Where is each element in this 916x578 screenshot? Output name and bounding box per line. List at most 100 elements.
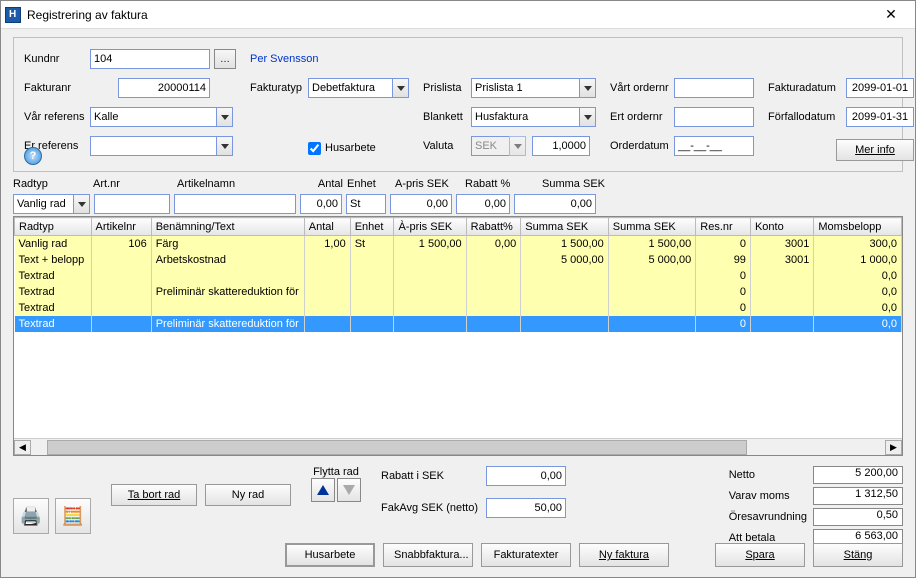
print-button[interactable]: 🖨️: [13, 498, 49, 534]
prislista-label: Prislista: [423, 82, 471, 94]
grid-header-cell[interactable]: Radtyp: [15, 218, 92, 236]
var-referens-field[interactable]: [90, 107, 216, 127]
entry-artnr-field[interactable]: [94, 194, 170, 214]
fakturadatum-field[interactable]: [846, 78, 914, 98]
grid-header-cell[interactable]: Antal: [304, 218, 350, 236]
table-row[interactable]: Textrad00,0: [15, 300, 902, 316]
vart-ordernr-field[interactable]: [674, 78, 754, 98]
table-row[interactable]: TextradPreliminär skattereduktion för00,…: [15, 316, 902, 332]
kundnr-label: Kundnr: [24, 53, 90, 65]
table-cell: [608, 316, 695, 332]
entry-radtyp-label: Radtyp: [13, 178, 89, 190]
customer-name-link[interactable]: Per Svensson: [250, 53, 318, 65]
blankett-dropdown[interactable]: [579, 107, 596, 127]
fakturatexter-button[interactable]: Fakturatexter: [481, 543, 571, 567]
rabatt-field[interactable]: [486, 466, 566, 486]
table-cell: 106: [91, 236, 151, 252]
grid-header-cell[interactable]: Rabatt%: [466, 218, 521, 236]
table-cell: 0,00: [466, 236, 521, 252]
prislista-dropdown[interactable]: [579, 78, 596, 98]
calculator-button[interactable]: 🧮: [55, 498, 91, 534]
move-row-up-button[interactable]: [311, 478, 335, 502]
table-cell: [304, 268, 350, 284]
table-cell: 3001: [750, 236, 813, 252]
table-cell: [151, 300, 304, 316]
titlebar: Registrering av faktura ✕: [1, 1, 915, 29]
kundnr-field[interactable]: [90, 49, 210, 69]
grid-header-cell[interactable]: Summa SEK: [608, 218, 695, 236]
table-cell: 300,0: [814, 236, 902, 252]
fakavg-field[interactable]: [486, 498, 566, 518]
entry-artikelnamn-field[interactable]: [174, 194, 296, 214]
entry-antal-field[interactable]: [300, 194, 342, 214]
stang-button[interactable]: Stäng: [813, 543, 903, 567]
scroll-thumb[interactable]: [47, 440, 747, 455]
snabbfaktura-button[interactable]: Snabbfaktura...: [383, 543, 473, 567]
ta-bort-rad-button[interactable]: Ta bort rad: [111, 484, 197, 506]
grid-header-cell[interactable]: Enhet: [350, 218, 394, 236]
table-row[interactable]: Textrad00,0: [15, 268, 902, 284]
table-row[interactable]: TextradPreliminär skattereduktion för00,…: [15, 284, 902, 300]
table-cell: 0: [696, 268, 751, 284]
ny-faktura-button[interactable]: Ny faktura: [579, 543, 669, 567]
grid-header-cell[interactable]: Konto: [750, 218, 813, 236]
horizontal-scrollbar[interactable]: ◀ ▶: [14, 438, 902, 455]
flytta-rad-label: Flytta rad: [311, 466, 361, 478]
entry-artikelnamn-label: Artikelnamn: [177, 178, 297, 190]
table-cell: 1,00: [304, 236, 350, 252]
invoice-lines-grid[interactable]: RadtypArtikelnrBenämning/TextAntalEnhetÀ…: [13, 216, 903, 456]
table-cell: 1 500,00: [608, 236, 695, 252]
ny-rad-button[interactable]: Ny rad: [205, 484, 291, 506]
header-panel: Kundnr … Fakturanr Vår referens Er refer…: [13, 37, 903, 172]
entry-radtyp-field[interactable]: [13, 194, 73, 214]
entry-summa-field[interactable]: [514, 194, 596, 214]
help-icon[interactable]: ?: [24, 147, 42, 165]
vart-ordernr-label: Vårt ordernr: [610, 82, 674, 94]
entry-apris-field[interactable]: [390, 194, 452, 214]
table-cell: 0,0: [814, 316, 902, 332]
forfallodatum-field[interactable]: [846, 107, 914, 127]
table-cell: 0: [696, 300, 751, 316]
husarbete-checkbox[interactable]: Husarbete: [308, 142, 376, 155]
blankett-field[interactable]: [471, 107, 579, 127]
entry-rabatt-field[interactable]: [456, 194, 510, 214]
ert-ordernr-field[interactable]: [674, 107, 754, 127]
grid-header-cell[interactable]: Artikelnr: [91, 218, 151, 236]
grid-header-cell[interactable]: À-pris SEK: [394, 218, 466, 236]
grid-header-cell[interactable]: Benämning/Text: [151, 218, 304, 236]
table-cell: [91, 316, 151, 332]
move-row-down-button[interactable]: [337, 478, 361, 502]
grid-header-cell[interactable]: Res.nr: [696, 218, 751, 236]
orderdatum-field[interactable]: [674, 136, 754, 156]
grid-header-cell[interactable]: Summa SEK: [521, 218, 608, 236]
scroll-left-arrow[interactable]: ◀: [14, 440, 31, 455]
fakturatyp-dropdown[interactable]: [392, 78, 409, 98]
fakturatyp-field[interactable]: [308, 78, 392, 98]
table-row[interactable]: Text + beloppArbetskostnad5 000,005 000,…: [15, 252, 902, 268]
table-row[interactable]: Vanlig rad106Färg1,00St1 500,000,001 500…: [15, 236, 902, 252]
table-cell: [521, 284, 608, 300]
er-referens-field[interactable]: [90, 136, 216, 156]
table-cell: [608, 300, 695, 316]
table-cell: [304, 284, 350, 300]
table-cell: [394, 284, 466, 300]
mer-info-button[interactable]: Mer info: [836, 139, 914, 161]
er-referens-dropdown[interactable]: [216, 136, 233, 156]
grid-header-cell[interactable]: Momsbelopp: [814, 218, 902, 236]
entry-enhet-field[interactable]: [346, 194, 386, 214]
table-cell: [466, 268, 521, 284]
entry-radtyp-dropdown[interactable]: [73, 194, 90, 214]
prislista-field[interactable]: [471, 78, 579, 98]
table-cell: 0,0: [814, 268, 902, 284]
spara-button[interactable]: Spara: [715, 543, 805, 567]
husarbete-button[interactable]: Husarbete: [285, 543, 375, 567]
rabatt-label: Rabatt i SEK: [381, 470, 478, 482]
table-cell: [304, 300, 350, 316]
close-button[interactable]: ✕: [871, 3, 911, 27]
scroll-right-arrow[interactable]: ▶: [885, 440, 902, 455]
fakturanr-field[interactable]: [118, 78, 210, 98]
kundnr-lookup-button[interactable]: …: [214, 49, 236, 69]
var-referens-dropdown[interactable]: [216, 107, 233, 127]
valuta-kurs-field[interactable]: [532, 136, 590, 156]
husarbete-check-input[interactable]: [308, 142, 321, 155]
